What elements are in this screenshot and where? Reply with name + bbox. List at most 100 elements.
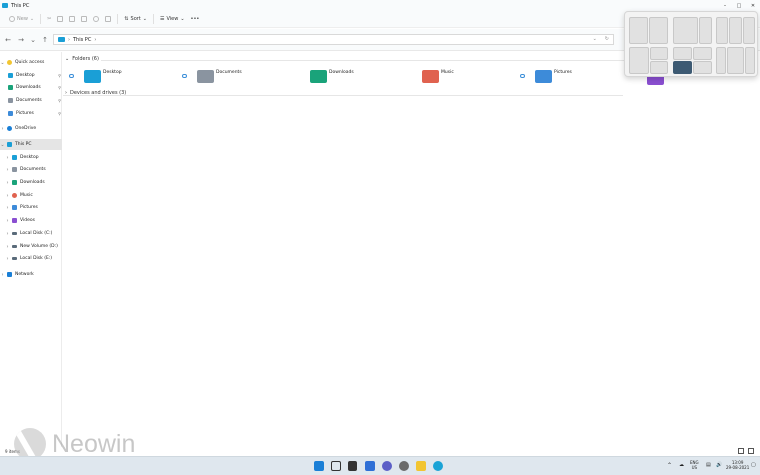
maximize-button[interactable]: □ [732, 0, 746, 11]
folder-item-pictures[interactable]: Pictures [520, 68, 572, 84]
new-button[interactable]: New ⌄ [6, 14, 37, 25]
pin-icon[interactable]: ⚲ [58, 85, 61, 90]
view-button[interactable]: ☰ View ⌄ [157, 14, 188, 25]
snap-zone[interactable] [693, 47, 712, 60]
chevron-right-icon[interactable]: › [5, 193, 10, 199]
share-button[interactable] [90, 14, 102, 25]
chevron-right-icon[interactable]: › [5, 180, 10, 186]
sidebar-item-desktop[interactable]: › Desktop [0, 152, 62, 163]
delete-button[interactable] [102, 14, 114, 25]
sidebar-item-desktop-pinned[interactable]: Desktop ⚲ [0, 70, 62, 81]
group-header-folders[interactable]: ⌄ Folders (6) [65, 56, 99, 62]
language-indicator[interactable]: ENG US [690, 460, 699, 470]
sidebar-item-documents[interactable]: › Documents [0, 164, 62, 175]
sidebar-item-pictures-pinned[interactable]: Pictures ⚲ [0, 108, 62, 119]
pin-icon[interactable]: ⚲ [58, 111, 61, 116]
snap-zone[interactable] [650, 61, 668, 74]
snap-zone[interactable] [673, 17, 698, 44]
snap-zone[interactable] [629, 17, 648, 44]
more-options-button[interactable]: ••• [188, 14, 203, 25]
address-history-button[interactable]: ⌄ [593, 36, 597, 42]
snap-zone-selected[interactable] [673, 61, 692, 74]
copy-button[interactable] [54, 14, 66, 25]
snap-zone[interactable] [629, 47, 649, 74]
snap-zone[interactable] [649, 17, 668, 44]
file-explorer-icon[interactable] [416, 461, 426, 471]
snap-column [693, 47, 712, 74]
chevron-right-icon[interactable]: › [0, 126, 5, 132]
details-view-icon[interactable] [738, 448, 744, 454]
chevron-right-icon[interactable]: › [5, 218, 10, 224]
volume-icon[interactable]: 🔊 [716, 463, 722, 468]
sidebar-item-network[interactable]: › Network [0, 269, 62, 280]
folder-item-desktop[interactable]: Desktop [69, 68, 122, 84]
chevron-down-icon[interactable]: ⌄ [0, 60, 5, 66]
sidebar-item-documents-pinned[interactable]: Documents ⚲ [0, 95, 62, 106]
snap-zone[interactable] [726, 47, 745, 74]
sidebar-item-quick-access[interactable]: ⌄ Quick access [0, 57, 62, 68]
close-button[interactable]: ✕ [746, 0, 760, 11]
chevron-right-icon[interactable]: › [5, 155, 10, 161]
sidebar-item-pictures[interactable]: › Pictures [0, 202, 62, 213]
up-button[interactable]: ↑ [40, 34, 50, 45]
recent-locations-button[interactable]: ⌄ [28, 34, 38, 45]
sidebar-item-this-pc[interactable]: ⌄ This PC [0, 139, 62, 150]
snap-zone[interactable] [742, 17, 755, 44]
pin-icon[interactable]: ⚲ [58, 98, 61, 103]
notification-icon[interactable]: ▢ [751, 463, 756, 468]
forward-button[interactable]: → [16, 34, 26, 45]
cut-button[interactable]: ✂ [44, 14, 54, 25]
refresh-button[interactable]: ↻ [605, 36, 609, 42]
tiles-view-icon[interactable] [748, 448, 754, 454]
pictures-folder-icon [535, 69, 552, 83]
sidebar-item-music[interactable]: › Music [0, 190, 62, 201]
chevron-down-icon[interactable]: ⌄ [0, 142, 5, 148]
settings-icon[interactable] [399, 461, 409, 471]
chevron-right-icon[interactable]: › [5, 256, 10, 262]
snap-zone[interactable] [693, 61, 712, 74]
network-icon[interactable]: ▤ [706, 463, 711, 468]
minimize-button[interactable]: – [718, 0, 732, 11]
snap-zone[interactable] [716, 47, 726, 74]
snap-layouts-flyout [624, 11, 758, 77]
sidebar-item-onedrive[interactable]: › OneDrive [0, 123, 62, 134]
sort-button[interactable]: ⇅ Sort ⌄ [121, 14, 150, 25]
sidebar-item-local-disk-c[interactable]: › Local Disk (C:) [0, 228, 62, 239]
taskbar: ⌃ ☁ ENG US ▤ 🔊 13:09 29-08-2021 ▢ [0, 456, 760, 475]
breadcrumb-separator: › [94, 36, 97, 43]
paste-button[interactable] [66, 14, 78, 25]
sidebar-item-downloads[interactable]: › Downloads [0, 177, 62, 188]
sidebar-item-local-disk-e[interactable]: › Local Disk (E:) [0, 253, 62, 264]
snap-zone[interactable] [729, 17, 742, 44]
chevron-right-icon[interactable]: › [0, 272, 5, 278]
snap-zone[interactable] [745, 47, 755, 74]
pin-icon[interactable]: ⚲ [58, 73, 61, 78]
sidebar-item-new-volume-d[interactable]: › New Volume (D:) [0, 241, 62, 252]
snap-zone[interactable] [650, 47, 668, 60]
chevron-up-icon[interactable]: ⌃ [667, 463, 672, 469]
start-button[interactable] [314, 461, 324, 471]
breadcrumb-this-pc[interactable]: This PC [73, 37, 91, 43]
chevron-right-icon[interactable]: › [5, 167, 10, 173]
back-button[interactable]: ← [3, 34, 13, 45]
clock[interactable]: 13:09 29-08-2021 [726, 460, 749, 470]
search-icon[interactable] [331, 461, 341, 471]
address-bar[interactable]: › This PC › ⌄ ↻ [53, 34, 614, 45]
folder-item-music[interactable]: Music [407, 68, 454, 84]
rename-button[interactable] [78, 14, 90, 25]
snap-zone[interactable] [673, 47, 692, 60]
cloud-icon[interactable]: ☁ [679, 463, 684, 468]
edge-icon[interactable] [433, 461, 443, 471]
snap-zone[interactable] [716, 17, 729, 44]
sidebar-item-downloads-pinned[interactable]: Downloads ⚲ [0, 82, 62, 93]
task-view-icon[interactable] [348, 461, 357, 471]
chat-icon[interactable] [382, 461, 392, 471]
snap-zone[interactable] [698, 17, 712, 44]
chevron-right-icon[interactable]: › [5, 231, 10, 237]
chevron-right-icon[interactable]: › [5, 244, 10, 250]
folder-item-documents[interactable]: Documents [182, 68, 242, 84]
chevron-right-icon[interactable]: › [5, 205, 10, 211]
sidebar-item-videos[interactable]: › Videos [0, 215, 62, 226]
folder-item-downloads[interactable]: Downloads [295, 68, 354, 84]
widgets-icon[interactable] [365, 461, 375, 471]
